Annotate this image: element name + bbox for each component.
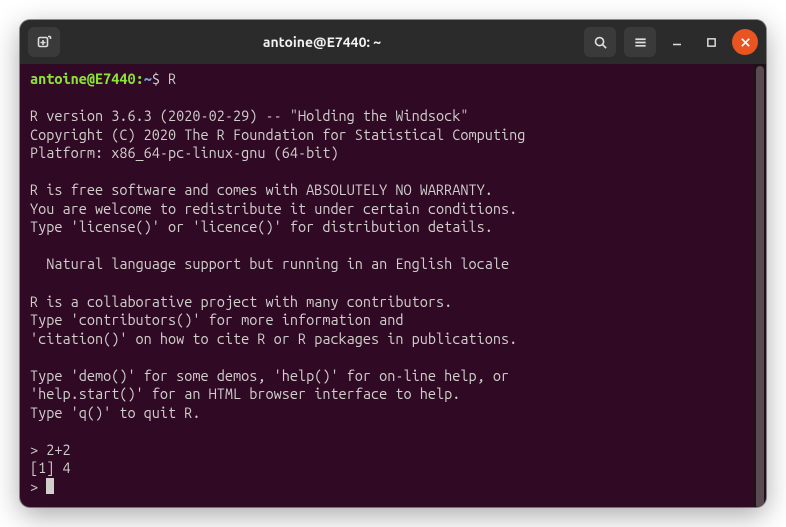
output-line: Platform: x86_64-pc-linux-gnu (64-bit) xyxy=(30,144,339,161)
terminal-output[interactable]: antoine@E7440:~$ R R version 3.6.3 (2020… xyxy=(20,64,754,507)
minimize-icon xyxy=(671,36,683,48)
maximize-icon xyxy=(706,37,717,48)
search-icon xyxy=(593,35,608,50)
output-line: R is a collaborative project with many c… xyxy=(30,293,452,310)
output-line: You are welcome to redistribute it under… xyxy=(30,200,517,217)
output-line: Copyright (C) 2020 The R Foundation for … xyxy=(30,126,525,143)
output-line: Type 'demo()' for some demos, 'help()' f… xyxy=(30,367,509,384)
scrollbar-thumb[interactable] xyxy=(756,66,764,507)
prompt-path: ~ xyxy=(144,70,152,87)
menu-button[interactable] xyxy=(624,27,656,57)
terminal-window: antoine@E7440: ~ xyxy=(20,20,766,507)
output-line: R is free software and comes with ABSOLU… xyxy=(30,181,493,198)
search-button[interactable] xyxy=(584,27,616,57)
close-icon xyxy=(740,37,751,48)
typed-command: R xyxy=(168,70,176,87)
minimize-button[interactable] xyxy=(664,29,690,55)
output-line: Type 'license()' or 'licence()' for dist… xyxy=(30,218,493,235)
prompt-user-host: antoine@E7440 xyxy=(30,70,136,87)
output-line: > 2+2 xyxy=(30,441,71,458)
maximize-button[interactable] xyxy=(698,29,724,55)
cursor xyxy=(46,478,54,494)
output-line: Natural language support but running in … xyxy=(30,255,509,272)
hamburger-icon xyxy=(633,35,648,50)
new-tab-icon xyxy=(36,34,52,50)
output-line: 'citation()' on how to cite R or R packa… xyxy=(30,330,517,347)
prompt-dollar: $ xyxy=(152,70,168,87)
close-button[interactable] xyxy=(732,29,758,55)
titlebar: antoine@E7440: ~ xyxy=(20,20,766,64)
new-tab-button[interactable] xyxy=(28,27,60,57)
output-line: R version 3.6.3 (2020-02-29) -- "Holding… xyxy=(30,107,468,124)
r-prompt: > xyxy=(30,478,46,495)
prompt-colon: : xyxy=(136,70,144,87)
output-line: 'help.start()' for an HTML browser inter… xyxy=(30,385,460,402)
output-line: Type 'q()' to quit R. xyxy=(30,404,201,421)
output-line: Type 'contributors()' for more informati… xyxy=(30,311,404,328)
scrollbar[interactable] xyxy=(754,64,766,507)
output-line: [1] 4 xyxy=(30,459,71,476)
window-title: antoine@E7440: ~ xyxy=(68,34,576,50)
